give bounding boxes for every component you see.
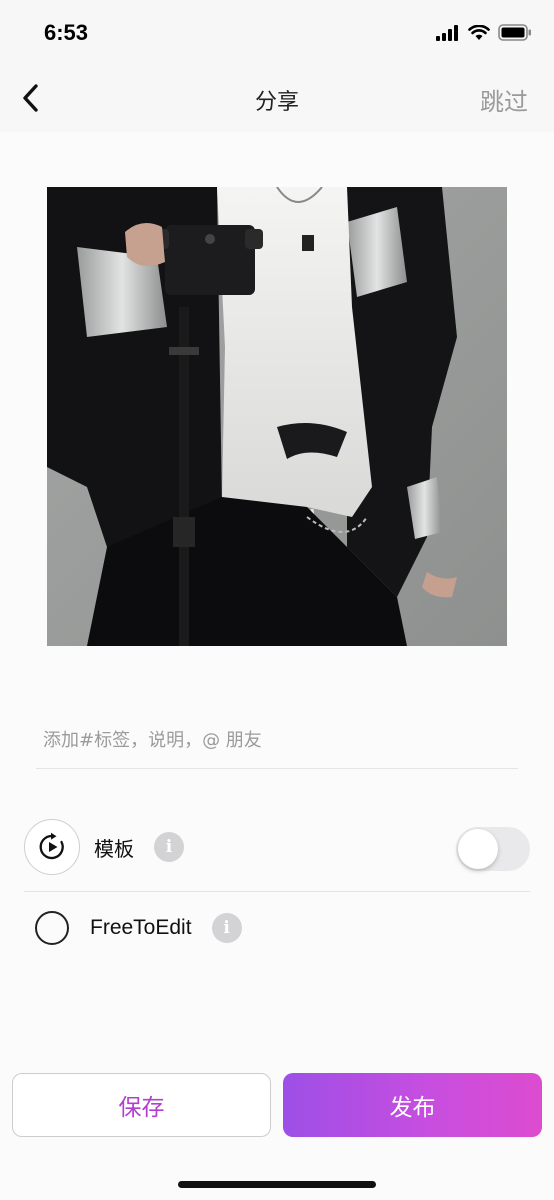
status-bar: 6:53 [0, 0, 554, 62]
free-to-edit-row: FreeToEdit i [24, 898, 530, 958]
free-to-edit-radio[interactable] [35, 911, 69, 945]
home-indicator [178, 1181, 376, 1188]
publish-button[interactable]: 发布 [283, 1073, 542, 1137]
toggle-knob [458, 829, 498, 869]
signal-icon [436, 24, 460, 45]
save-button[interactable]: 保存 [12, 1073, 271, 1137]
photo-preview [47, 187, 507, 646]
share-content: 模板 i FreeToEdit i 保存 发布 [0, 132, 554, 1200]
wifi-icon [468, 24, 490, 45]
caption-input[interactable] [36, 712, 518, 768]
template-row: 模板 i [24, 817, 530, 877]
nav-bar: 分享 跳过 [0, 62, 554, 132]
info-icon[interactable]: i [154, 832, 184, 862]
page-title: 分享 [254, 90, 299, 115]
battery-icon [498, 24, 532, 45]
caption-field[interactable] [36, 712, 518, 769]
template-label: 模板 [94, 836, 134, 861]
template-toggle[interactable] [456, 827, 530, 871]
info-icon[interactable]: i [211, 913, 242, 943]
free-to-edit-label: FreeToEdit [90, 916, 192, 939]
divider [24, 891, 530, 892]
status-icons [436, 24, 532, 45]
play-rotate-icon [24, 819, 80, 875]
skip-button[interactable]: 跳过 [480, 82, 528, 117]
status-time: 6:53 [44, 20, 89, 45]
